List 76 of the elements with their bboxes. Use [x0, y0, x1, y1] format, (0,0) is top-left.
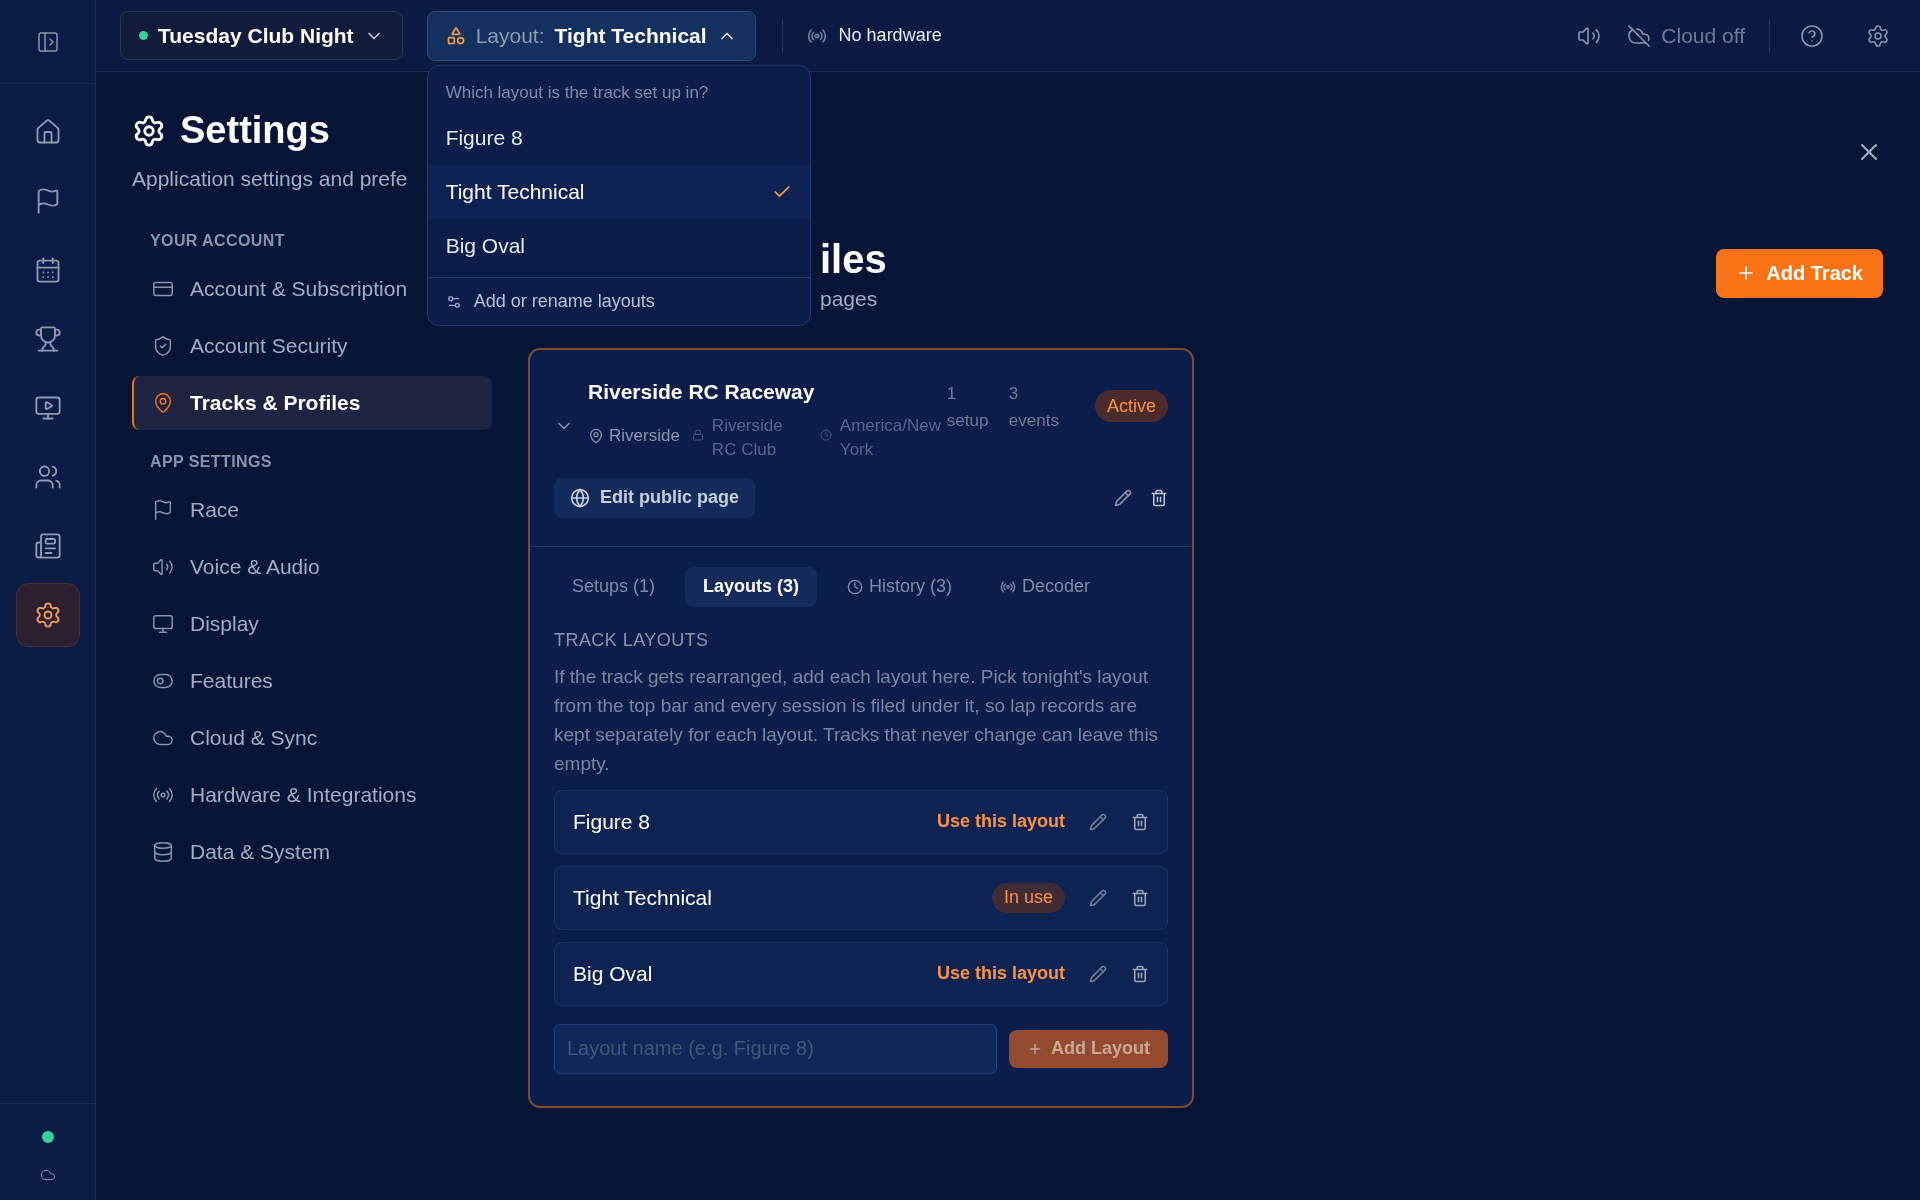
nav-item[interactable]: Voice & Audio	[152, 539, 320, 594]
sidebar-toggle-icon[interactable]	[35, 29, 60, 54]
nav-item[interactable]: Display	[152, 596, 259, 651]
track-name: Riverside RC Raceway	[588, 379, 816, 405]
menu-item[interactable]: Tight Technical	[427, 165, 810, 219]
layout-name: Big Oval	[573, 960, 653, 987]
monitor-icon	[152, 612, 174, 635]
section-heading: APP SETTINGS	[150, 451, 272, 472]
cloud-status: Cloud off	[1661, 22, 1745, 49]
track-timezone: America/New York	[839, 414, 942, 461]
use-layout-link[interactable]: Use this layout	[936, 808, 1065, 835]
setup-count: 1 setup	[946, 383, 990, 432]
page-subtitle: Application settings and prefe	[132, 166, 408, 192]
settings-icon[interactable]	[1866, 23, 1890, 48]
sliders-icon	[445, 293, 462, 310]
nav-item[interactable]: Account & Subscription	[152, 261, 408, 316]
lock-icon	[691, 428, 704, 441]
clock-icon	[847, 578, 864, 595]
monitor-play-icon	[33, 394, 62, 422]
track-club: Riverside RC Club	[711, 414, 784, 461]
document-icon	[33, 532, 62, 560]
layout-name: Tight Technical	[573, 884, 712, 911]
tab[interactable]: Setups (1)	[554, 566, 674, 607]
menu-item[interactable]: Figure 8	[427, 111, 810, 165]
edit-public-page-button[interactable]: Edit public page	[554, 477, 755, 518]
shield-icon	[152, 334, 174, 357]
cloud-off-icon	[1627, 23, 1652, 48]
help-icon[interactable]	[1800, 23, 1824, 48]
edit-icon[interactable]	[1089, 888, 1107, 907]
flag-icon	[152, 498, 174, 521]
delete-icon[interactable]	[1131, 812, 1149, 831]
section-heading: TRACK LAYOUTS	[554, 628, 710, 652]
shapes-icon	[445, 25, 466, 46]
layout-name: Figure 8	[573, 808, 651, 835]
tab[interactable]: Layouts (3)	[685, 566, 818, 607]
nav-item[interactable]: Account Security	[152, 318, 348, 373]
section-subtitle: pages	[820, 285, 879, 312]
clock-icon	[819, 428, 832, 441]
layout-selector[interactable]: Layout: Tight Technical	[426, 10, 756, 61]
use-layout-link[interactable]: Use this layout	[936, 960, 1065, 987]
in-use-badge: In use	[991, 882, 1065, 913]
status-badge: Active	[1094, 390, 1168, 422]
delete-icon[interactable]	[1131, 888, 1149, 907]
edit-icon[interactable]	[1089, 964, 1107, 983]
nav-item[interactable]: Cloud & Sync	[152, 710, 318, 765]
edit-icon[interactable]	[1114, 488, 1132, 507]
tab[interactable]: History (3)	[829, 566, 971, 607]
edit-icon[interactable]	[1089, 812, 1107, 831]
nav-item[interactable]: Data & System	[152, 824, 331, 879]
nav-item[interactable]: Tracks & Profiles	[132, 375, 492, 430]
delete-icon[interactable]	[1150, 488, 1168, 507]
cloud-icon	[39, 1167, 56, 1183]
section-heading: YOUR ACCOUNT	[150, 230, 285, 251]
delete-icon[interactable]	[1131, 964, 1149, 983]
nav-item[interactable]: Hardware & Integrations	[152, 767, 417, 822]
nav-item[interactable]: Race	[152, 482, 240, 537]
session-selector[interactable]: Tuesday Club Night	[120, 11, 403, 60]
nav-item[interactable]: Features	[152, 653, 273, 708]
layouts-description: If the track gets rearranged, add each layout here. Pick tonight's layout from the top bar and every session is filed under it, so lap records are kept separately for each layout. Tracks that never change can leave this empty.	[554, 664, 1160, 776]
trophy-icon	[33, 325, 62, 353]
page-title: Settings	[180, 108, 330, 153]
rail-button[interactable]	[15, 583, 80, 647]
tab[interactable]: Decoder	[982, 566, 1109, 607]
database-icon	[152, 840, 174, 863]
section-title: iles	[820, 235, 887, 283]
track-city: Riverside	[609, 424, 680, 447]
menu-link[interactable]: Add or rename layouts	[473, 288, 655, 315]
map-pin-icon	[152, 391, 174, 414]
map-pin-icon	[588, 427, 604, 444]
settings-icon	[132, 113, 166, 148]
menu-prompt: Which layout is the track set up in?	[444, 81, 710, 104]
menu-item[interactable]: Big Oval	[427, 219, 810, 273]
event-count: 3 events	[1008, 383, 1060, 432]
globe-icon	[570, 487, 590, 508]
hardware-status: No hardware	[838, 24, 942, 47]
users-icon	[33, 463, 62, 491]
